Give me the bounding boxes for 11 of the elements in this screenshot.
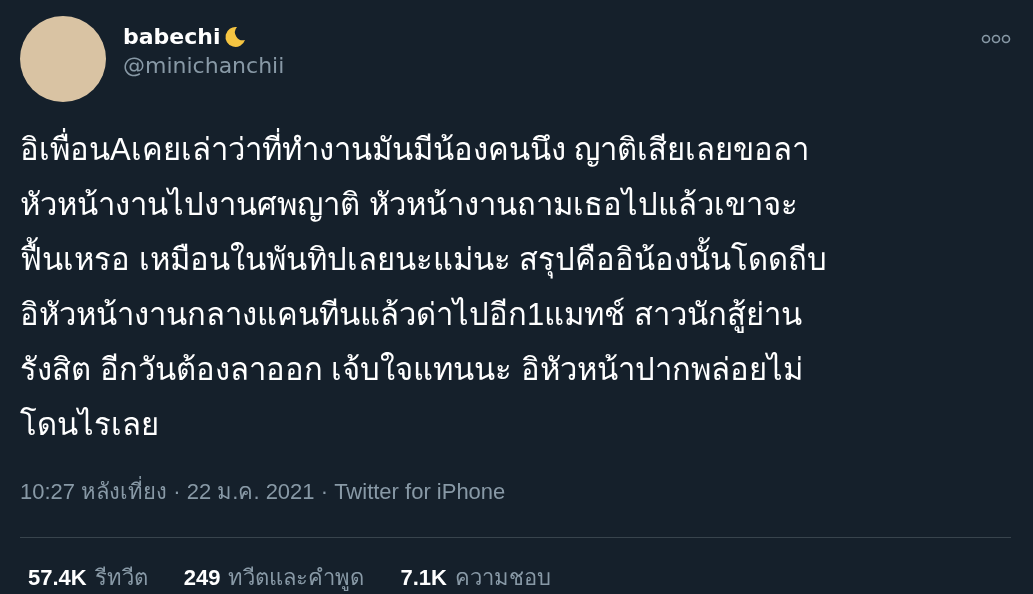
stat-count[interactable]: 249 xyxy=(183,565,221,591)
username[interactable]: @minichanchii xyxy=(123,53,285,78)
display-name[interactable]: babechi xyxy=(123,24,221,49)
more-options-icon[interactable] xyxy=(981,34,1011,44)
stat-count[interactable]: 7.1K xyxy=(400,565,447,591)
tweet-timestamp[interactable]: 10:27 หลังเที่ยง · 22 ม.ค. 2021 · Twitter for iPhone xyxy=(20,474,1011,509)
stat-label[interactable]: รีทวีต xyxy=(94,560,148,594)
tweet-text: อิเพื่อนAเคยเล่าว่าที่ทำงานมันมีน้องคนนึง ญาติเสียเลยขอลา หัวหน้างานไปงานศพญาติ หัวหน้างานถามเธอไปแล้วเขาจะ ฟื้นเหรอ เหมือนในพันทิปเลยนะแม่นะ สรุปคืออิน้องนั้นโดดถีบ อิหัวหน้างานกลางแคนทีนแล้วด่าไปอีก1แมทช์ สาวนักสู้ย่าน รังสิต อีกวันต้องลาออก เจ้บใจแทนนะ อิหัวหน้าปากพล่อยไม่ โดนไรเลย xyxy=(20,122,1011,452)
stat-label[interactable]: ทวีตและคำพูด xyxy=(228,560,365,594)
stat-count[interactable]: 57.4K xyxy=(28,565,87,591)
stat-label[interactable]: ความชอบ xyxy=(454,560,551,594)
